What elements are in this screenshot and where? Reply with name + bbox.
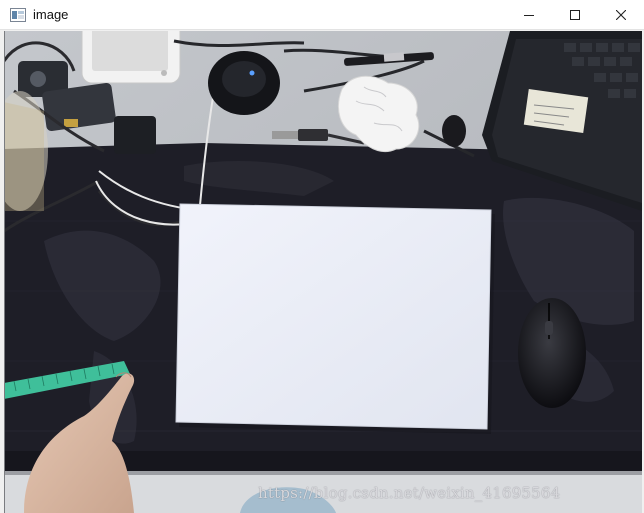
dongle [442, 115, 466, 147]
maximize-button[interactable] [552, 0, 598, 30]
app-icon [10, 8, 26, 22]
computer-mouse [518, 298, 586, 408]
maximize-icon [570, 10, 580, 20]
window-titlebar[interactable]: image [0, 0, 644, 30]
camera-frame [4, 31, 642, 513]
close-button[interactable] [598, 0, 644, 30]
watermark-text: https://blog.csdn.net/weixin_41695564 [258, 484, 561, 502]
minimize-button[interactable] [506, 0, 552, 30]
window-title: image [33, 7, 69, 22]
close-icon [616, 10, 626, 20]
round-hub [208, 51, 280, 115]
image-canvas [4, 31, 642, 513]
paper-sheet [175, 203, 495, 434]
smartphone [81, 31, 181, 84]
minimize-icon [524, 15, 534, 16]
